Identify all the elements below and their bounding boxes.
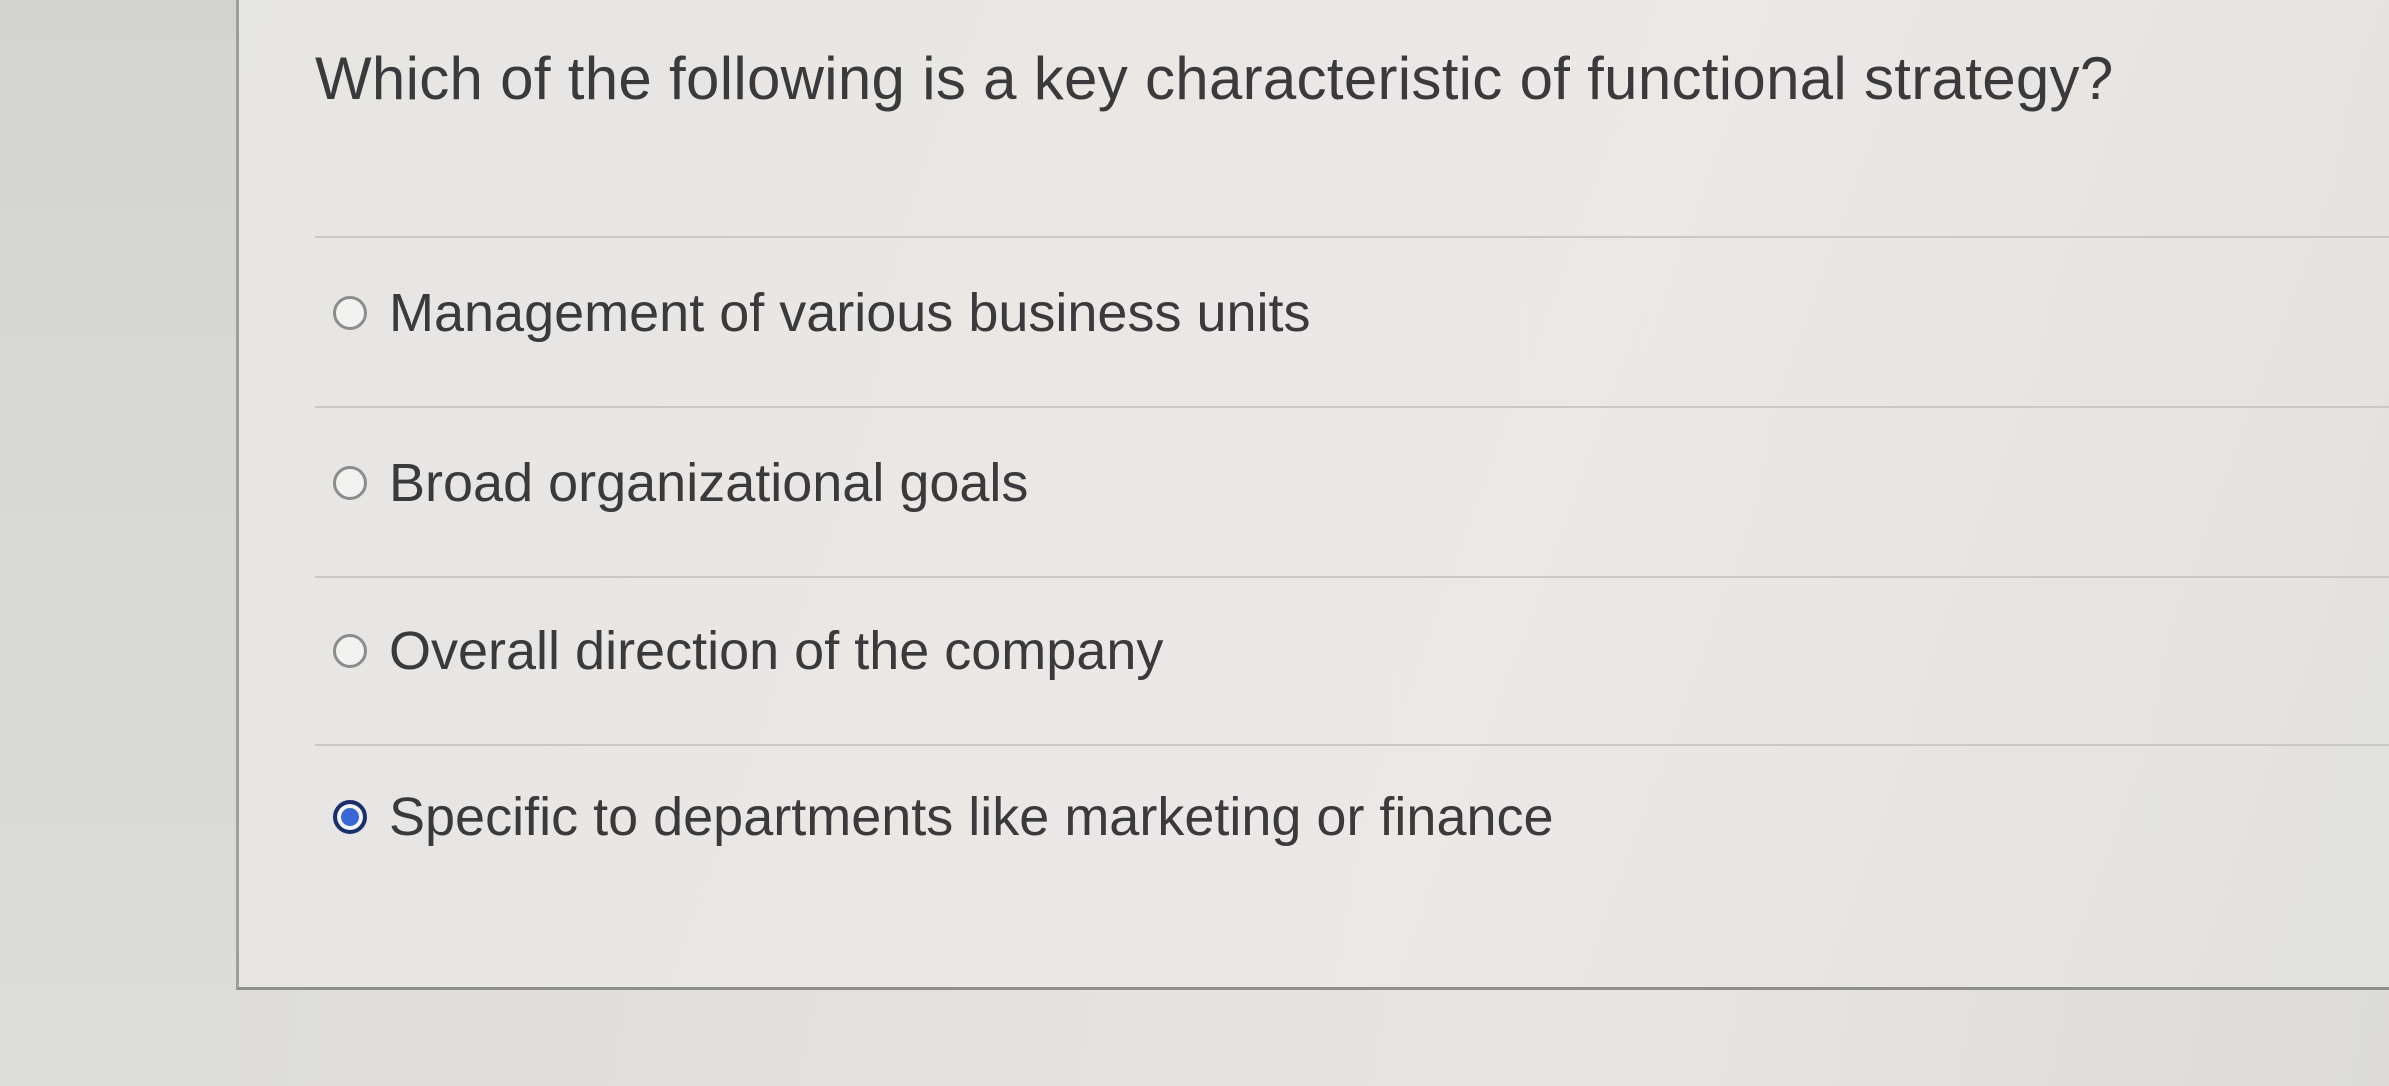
question-text: Which of the following is a key characte… bbox=[315, 45, 2114, 112]
divider bbox=[315, 406, 2389, 408]
radio-button[interactable] bbox=[333, 296, 367, 330]
option-label: Broad organizational goals bbox=[389, 453, 1029, 513]
question-panel: Which of the following is a key characte… bbox=[236, 0, 2389, 990]
option-label: Overall direction of the company bbox=[389, 621, 1164, 681]
option-management-of-business-units[interactable]: Management of various business units bbox=[333, 282, 1311, 344]
option-label: Management of various business units bbox=[389, 283, 1311, 343]
radio-button[interactable] bbox=[333, 634, 367, 668]
divider bbox=[315, 236, 2389, 238]
option-overall-direction[interactable]: Overall direction of the company bbox=[333, 620, 1163, 682]
option-label: Specific to departments like marketing o… bbox=[389, 787, 1554, 847]
radio-button[interactable] bbox=[333, 466, 367, 500]
divider bbox=[315, 744, 2389, 746]
option-specific-to-departments[interactable]: Specific to departments like marketing o… bbox=[333, 786, 1554, 848]
divider bbox=[315, 576, 2389, 578]
left-gutter bbox=[0, 0, 236, 1086]
radio-button-selected[interactable] bbox=[333, 800, 367, 834]
gutter-mark bbox=[20, 100, 22, 126]
option-broad-organizational-goals[interactable]: Broad organizational goals bbox=[333, 452, 1028, 514]
